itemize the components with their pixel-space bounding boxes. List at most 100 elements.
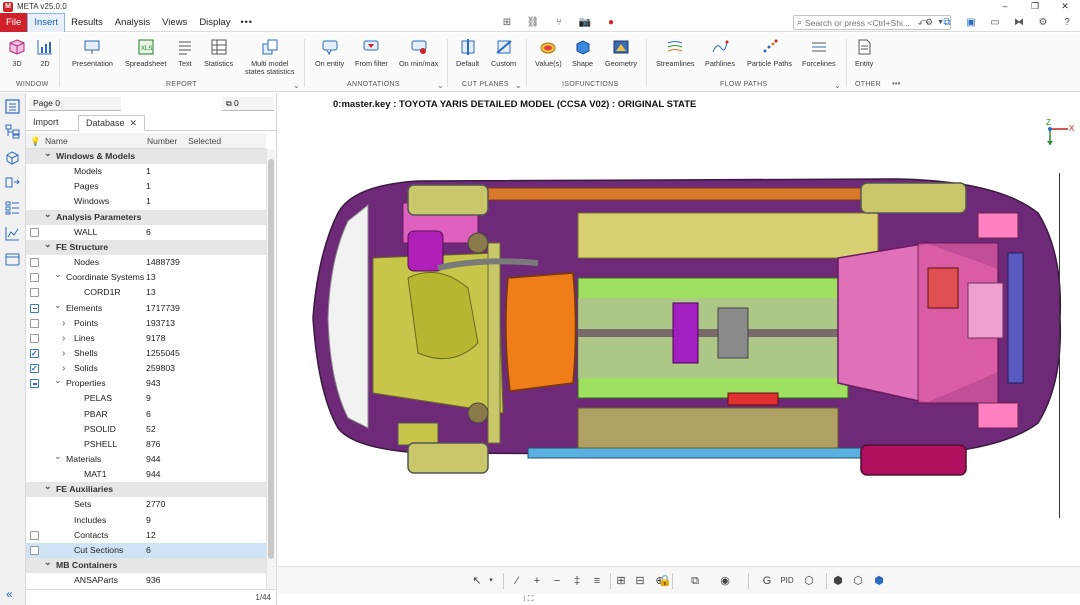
annotations-expand-icon[interactable]: ⌄ (437, 81, 444, 90)
chevron-down-icon[interactable]: ⌄ (44, 149, 52, 161)
tab-database[interactable]: Database ✕ (78, 115, 146, 131)
menu-file[interactable]: File (0, 12, 28, 32)
row-checkbox[interactable] (30, 530, 39, 540)
row-checkbox[interactable] (30, 258, 39, 268)
tree-row[interactable]: › Solids 259803 (26, 361, 266, 376)
tree-row[interactable]: Models 1 (26, 164, 266, 179)
models-icon[interactable] (5, 150, 20, 165)
results-icon[interactable] (5, 175, 20, 190)
chevron-right-icon[interactable]: › (62, 361, 65, 376)
ribbon-button-statistics[interactable]: Statistics (204, 36, 233, 76)
menu-more-icon[interactable]: ••• (240, 17, 252, 27)
row-checkbox[interactable] (30, 273, 39, 283)
hidden-line-icon[interactable]: ⬡ (851, 574, 865, 588)
tree-row[interactable]: Cut Sections 6 (26, 542, 266, 558)
ribbon-overflow-icon[interactable]: ••• (892, 79, 900, 88)
ribbon-button-presentation[interactable]: Presentation (72, 36, 113, 76)
tree-row[interactable]: ⌄ Materials 944 (26, 451, 266, 467)
mirror-icon[interactable]: ⧓ (1012, 17, 1026, 29)
page-selector[interactable]: Page 0 (29, 97, 121, 111)
shaded-icon[interactable]: ⬢ (872, 574, 886, 588)
tree-row[interactable]: PSOLID 52 (26, 422, 266, 437)
tree-row[interactable]: ⌄ Coordinate Systems 13 (26, 267, 266, 285)
ribbon-button-value-s[interactable]: Value(s) (535, 36, 562, 76)
chevron-down-icon[interactable]: ⌄ (44, 479, 52, 494)
row-checkbox[interactable] (30, 379, 39, 389)
column-number[interactable]: Number (147, 136, 177, 146)
ribbon-button-geometry[interactable]: Geometry (605, 36, 637, 76)
tree-row[interactable]: › Lines 9178 (26, 331, 266, 346)
list-icon[interactable] (5, 99, 20, 114)
tree-group-row[interactable]: ⌄ MB Containers (26, 555, 266, 574)
help-icon[interactable]: ? (1060, 17, 1074, 29)
row-checkbox[interactable] (30, 361, 39, 376)
ribbon-button-particle-paths[interactable]: Particle Paths (747, 36, 792, 76)
tree-row[interactable]: Sets 2770 (26, 497, 266, 512)
search-input[interactable] (805, 17, 924, 28)
view-cube-icon[interactable]: ⬡ (802, 574, 816, 588)
ribbon-button-custom[interactable]: Custom (491, 36, 516, 76)
network-icon[interactable]: ⛓ (526, 17, 540, 29)
add-range-icon[interactable]: ‡ (570, 574, 584, 588)
lightbulb-icon[interactable]: 💡 (30, 136, 41, 147)
tree-group-row[interactable]: ⌄ FE Structure (26, 239, 266, 255)
ribbon-button-entity[interactable]: Entity (855, 36, 873, 76)
row-checkbox[interactable] (30, 303, 39, 313)
chevron-down-icon[interactable]: ⌄ (54, 267, 62, 282)
ribbon-button-shape[interactable]: Shape (572, 36, 593, 76)
minimize-button[interactable]: – (990, 0, 1020, 13)
menu-results[interactable]: Results (65, 13, 109, 32)
ribbon-button-default[interactable]: Default (456, 36, 479, 76)
tree-row[interactable]: PBAR 6 (26, 407, 266, 422)
remove-icon[interactable]: − (550, 574, 564, 588)
ribbon-button-on-entity[interactable]: On entity (315, 36, 344, 76)
scrollbar-thumb[interactable] (268, 159, 274, 559)
undo-icon[interactable]: ⤺ (916, 17, 930, 29)
tree-row[interactable]: WALL 6 (26, 225, 266, 240)
ribbon-button-on-min-max[interactable]: On min/max (399, 36, 438, 76)
car-model-view[interactable] (278, 93, 1080, 566)
ribbon-button-multi-model-states-statistics[interactable]: Multi model states statistics (245, 36, 294, 76)
row-checkbox[interactable] (30, 227, 39, 237)
close-window-button[interactable]: ✕ (1050, 0, 1080, 13)
page-models-count[interactable]: ⧉ 0 (222, 97, 274, 111)
tree-row[interactable]: Pages 1 (26, 179, 266, 194)
column-selected[interactable]: Selected (188, 136, 221, 146)
record-icon[interactable]: ◉ (718, 574, 732, 588)
chevron-right-icon[interactable]: › (62, 331, 65, 346)
hierarchy-icon[interactable]: ⧉ (688, 574, 702, 588)
window-layout-icon[interactable]: ⧉ (940, 17, 954, 29)
collapse-panel-icon[interactable]: « (6, 587, 13, 601)
tree-row[interactable]: Contacts 12 (26, 528, 266, 543)
tree-group-row[interactable]: ⌄ FE Auxiliaries (26, 479, 266, 498)
tree-group-row[interactable]: ⌄ Analysis Parameters (26, 209, 266, 225)
chevron-down-icon[interactable]: ⌄ (54, 373, 62, 388)
flowpaths-expand-icon[interactable]: ⌄ (834, 81, 841, 90)
connect-icon[interactable]: G (760, 574, 774, 588)
restore-button[interactable]: ❐ (1020, 0, 1050, 13)
tree-row[interactable]: › Shells 1255045 (26, 346, 266, 361)
row-checkbox[interactable] (30, 333, 39, 343)
groups-icon[interactable] (5, 200, 20, 215)
menu-display[interactable]: Display (193, 13, 236, 32)
tree-row[interactable]: MAT1 944 (26, 467, 266, 482)
ribbon-button-spreadsheet[interactable]: XLS Spreadsheet (125, 36, 166, 76)
share-icon[interactable]: ⑂ (552, 17, 566, 29)
tree-row[interactable]: PSHELL 876 (26, 437, 266, 452)
tree-group-row[interactable]: ⌄ Windows & Models (26, 149, 266, 164)
tree-row[interactable]: Nodes 1488739 (26, 255, 266, 270)
add-icon[interactable]: + (530, 574, 544, 588)
row-checkbox[interactable] (30, 545, 39, 555)
tree-row[interactable]: CORD1R 13 (26, 285, 266, 300)
menu-insert[interactable]: Insert (27, 12, 66, 32)
plot-icon[interactable] (5, 226, 20, 241)
tree-row[interactable]: › Points 193713 (26, 316, 266, 331)
tab-import[interactable]: Import (26, 115, 66, 131)
camera-icon[interactable]: 📷 (578, 17, 592, 29)
display-icon[interactable]: ▭ (988, 17, 1002, 29)
ribbon-button-3d[interactable]: 3D (8, 36, 26, 76)
tree-scrollbar[interactable] (266, 149, 275, 589)
cutplanes-expand-icon[interactable]: ⌄ (515, 81, 522, 90)
chevron-down-icon[interactable]: ⌄ (44, 555, 52, 570)
layout-icon[interactable]: ⊞ (500, 17, 514, 29)
